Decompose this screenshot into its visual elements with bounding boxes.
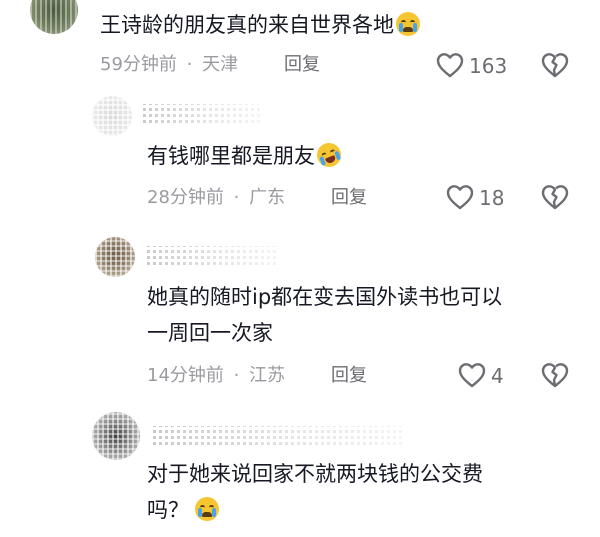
dislike-button[interactable]	[541, 184, 571, 212]
heart-icon	[436, 53, 464, 78]
avatar[interactable]	[92, 96, 132, 136]
comment-text-line: 一周回一次家	[147, 321, 273, 345]
meta-separator: ·	[233, 187, 240, 208]
crying-face-emoji	[195, 497, 219, 521]
comment-text: 对于她来说回家不就两块钱的公交费 吗？	[147, 459, 483, 525]
comment-text-line-2: 吗？	[147, 495, 483, 525]
comment-location: 天津	[202, 54, 239, 75]
like-count: 163	[469, 54, 508, 78]
comment-meta: 28分钟前 · 广东	[147, 186, 285, 210]
avatar[interactable]	[30, 0, 78, 34]
comment-meta: 14分钟前 · 江苏	[147, 364, 285, 388]
meta-separator: ·	[186, 54, 193, 75]
avatar[interactable]	[95, 237, 135, 277]
crying-face-emoji	[396, 12, 420, 36]
broken-heart-icon	[541, 53, 569, 78]
reply-button[interactable]: 回复	[284, 53, 320, 77]
comment-text-content: 吗？	[147, 498, 189, 522]
comment-location: 广东	[249, 187, 286, 208]
comment-text-content: 王诗龄的朋友真的来自世界各地	[100, 13, 394, 37]
username-blurred[interactable]	[140, 104, 260, 126]
comment-text: 她真的随时ip都在变去国外读书也可以 一周回一次家	[147, 282, 502, 348]
heart-icon	[458, 363, 486, 388]
comment-time: 59分钟前	[100, 54, 177, 75]
comment-text-line: 她真的随时ip都在变去国外读书也可以	[147, 285, 503, 309]
username-blurred[interactable]	[150, 426, 405, 448]
dislike-button[interactable]	[541, 52, 571, 80]
username-blurred[interactable]	[144, 246, 279, 268]
broken-heart-icon	[541, 363, 569, 388]
comment-time: 28分钟前	[147, 187, 224, 208]
like-count: 18	[479, 186, 505, 210]
like-count: 4	[491, 364, 504, 388]
avatar[interactable]	[92, 412, 140, 460]
reply-button[interactable]: 回复	[331, 364, 367, 388]
comment-meta: 59分钟前 · 天津	[100, 53, 238, 77]
dislike-button[interactable]	[541, 362, 571, 390]
meta-separator: ·	[233, 365, 240, 386]
comment-text-content: 有钱哪里都是朋友	[147, 144, 315, 168]
comment-location: 江苏	[249, 365, 286, 386]
like-button[interactable]: 18	[446, 184, 516, 212]
comment-text: 有钱哪里都是朋友	[147, 139, 345, 171]
broken-heart-icon	[541, 185, 569, 210]
like-button[interactable]: 4	[458, 362, 518, 390]
comment-time: 14分钟前	[147, 365, 224, 386]
comment-text: 王诗龄的朋友真的来自世界各地	[100, 10, 420, 40]
like-button[interactable]: 163	[436, 52, 546, 80]
rolling-laughing-emoji	[313, 139, 345, 171]
heart-icon	[446, 185, 474, 210]
reply-button[interactable]: 回复	[331, 186, 367, 210]
comment-text-line: 对于她来说回家不就两块钱的公交费	[147, 462, 483, 486]
